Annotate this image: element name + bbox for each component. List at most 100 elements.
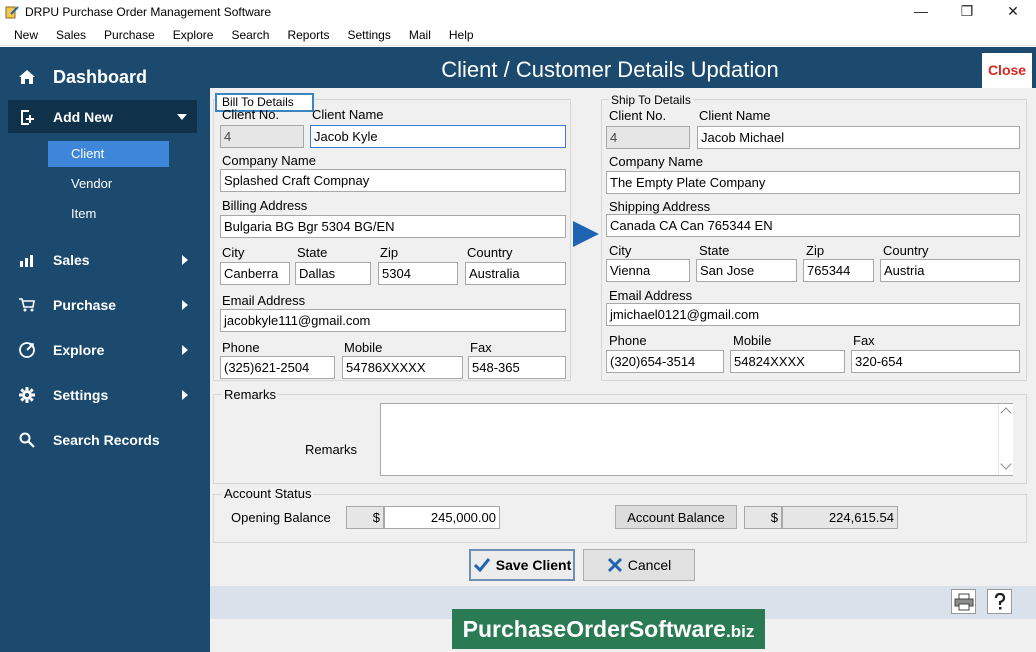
menu-settings[interactable]: Settings: [339, 28, 400, 42]
chevron-right-icon: [182, 345, 188, 355]
bill-country-field[interactable]: Australia: [465, 262, 566, 285]
bill-state-field[interactable]: Dallas: [295, 262, 371, 285]
bill-phone-field[interactable]: (325)621-2504: [220, 356, 335, 379]
ship-address-field[interactable]: Canada CA Can 765344 EN: [606, 214, 1020, 237]
ship-phone-label: Phone: [609, 333, 647, 348]
form-panel: Client / Customer Details Updation Close…: [210, 51, 1036, 652]
sidebar-subitem-vendor[interactable]: Vendor: [48, 171, 169, 197]
account-balance-button[interactable]: Account Balance: [615, 505, 737, 529]
watermark-suffix: .biz: [725, 622, 755, 641]
sidebar-subitem-item[interactable]: Item: [48, 201, 169, 227]
sidebar-item-dashboard[interactable]: Dashboard: [0, 55, 206, 99]
menu-mail[interactable]: Mail: [400, 28, 440, 42]
scroll-down-icon[interactable]: [1000, 458, 1012, 470]
sidebar-item-label: Purchase: [53, 297, 117, 313]
ship-phone-field[interactable]: (320)654-3514: [606, 350, 724, 373]
copy-arrow-icon[interactable]: [573, 221, 599, 247]
sidebar: Dashboard Add New Client Vendor Item Sal…: [0, 47, 206, 652]
sidebar-item-label: Sales: [53, 252, 90, 268]
bill-client-no-label: Client No.: [222, 107, 280, 122]
menu-explore[interactable]: Explore: [164, 28, 223, 42]
watermark-text: PurchaseOrderSoftware: [462, 616, 726, 642]
opening-balance-field[interactable]: 245,000.00: [384, 506, 500, 529]
bill-company-field[interactable]: Splashed Craft Compnay: [220, 169, 566, 192]
bill-state-label: State: [297, 245, 328, 260]
sidebar-subitem-client[interactable]: Client: [48, 141, 169, 167]
close-form-button[interactable]: Close: [982, 53, 1032, 88]
ship-mobile-field[interactable]: 54824XXXX: [730, 350, 845, 373]
ship-address-label: Shipping Address: [609, 199, 711, 214]
menu-search[interactable]: Search: [222, 28, 278, 42]
opening-balance-label: Opening Balance: [231, 510, 331, 525]
menu-help[interactable]: Help: [440, 28, 483, 42]
ship-country-field[interactable]: Austria: [880, 259, 1020, 282]
ship-client-no-label: Client No.: [609, 108, 667, 123]
menu-purchase[interactable]: Purchase: [95, 28, 164, 42]
checkmark-icon: [473, 557, 491, 573]
cancel-button[interactable]: Cancel: [583, 549, 695, 581]
remarks-group-title: Remarks: [222, 387, 279, 402]
title-bar: DRPU Purchase Order Management Software …: [0, 0, 1036, 24]
page-title: Client / Customer Details Updation: [441, 57, 779, 82]
menu-bar: New Sales Purchase Explore Search Report…: [0, 24, 1036, 46]
bill-mobile-field[interactable]: 54786XXXXX: [342, 356, 463, 379]
bill-email-field[interactable]: jacobkyle111@gmail.com: [220, 309, 566, 332]
restore-button[interactable]: ❐: [944, 0, 990, 24]
save-client-label: Save Client: [495, 557, 572, 573]
minimize-button[interactable]: —: [898, 0, 944, 24]
sidebar-item-label: Settings: [53, 387, 109, 403]
menu-sales[interactable]: Sales: [47, 28, 95, 42]
sidebar-item-explore[interactable]: Explore: [0, 335, 206, 365]
menu-reports[interactable]: Reports: [278, 28, 338, 42]
ship-city-field[interactable]: Vienna: [606, 259, 690, 282]
ship-state-field[interactable]: San Jose: [696, 259, 797, 282]
bill-client-no-field[interactable]: 4: [220, 125, 304, 148]
bill-zip-field[interactable]: 5304: [378, 262, 458, 285]
bill-address-label: Billing Address: [222, 198, 308, 213]
help-button[interactable]: [987, 589, 1012, 614]
sidebar-item-label: Search Records: [53, 432, 160, 448]
window-close-button[interactable]: ✕: [990, 0, 1036, 24]
sidebar-item-purchase[interactable]: Purchase: [0, 290, 206, 320]
watermark-banner: PurchaseOrderSoftware.biz: [452, 609, 765, 649]
ship-country-label: Country: [883, 243, 929, 258]
menu-new[interactable]: New: [0, 28, 47, 42]
remarks-scrollbar[interactable]: [998, 404, 1013, 475]
window-title: DRPU Purchase Order Management Software: [25, 5, 272, 19]
bill-phone-label: Phone: [222, 340, 260, 355]
bill-email-label: Email Address: [222, 293, 306, 308]
sidebar-item-search-records[interactable]: Search Records: [0, 425, 206, 455]
ship-fax-field[interactable]: 320-654: [851, 350, 1020, 373]
bill-client-name-label: Client Name: [312, 107, 384, 122]
save-client-button[interactable]: Save Client: [469, 549, 575, 581]
sidebar-item-settings[interactable]: Settings: [0, 380, 206, 410]
sidebar-item-label: Explore: [53, 342, 105, 358]
remarks-textarea[interactable]: [380, 403, 1013, 476]
sidebar-item-sales[interactable]: Sales: [0, 245, 206, 275]
ship-email-field[interactable]: jmichael0121@gmail.com: [606, 303, 1020, 326]
ship-client-name-field[interactable]: Jacob Michael: [697, 126, 1020, 149]
ship-company-label: Company Name: [609, 154, 703, 169]
home-icon: [17, 69, 37, 85]
bill-fax-field[interactable]: 548-365: [468, 356, 566, 379]
ship-client-name-label: Client Name: [699, 108, 771, 123]
bill-fax-label: Fax: [470, 340, 492, 355]
caret-down-icon: [177, 114, 187, 120]
bill-company-label: Company Name: [222, 153, 316, 168]
opening-currency: $: [346, 506, 384, 529]
ship-mobile-label: Mobile: [733, 333, 772, 348]
ship-client-no-field[interactable]: 4: [606, 126, 690, 149]
scroll-up-icon[interactable]: [1000, 407, 1012, 419]
print-button[interactable]: [951, 589, 976, 614]
ship-company-field[interactable]: The Empty Plate Company: [606, 171, 1020, 194]
ship-fax-label: Fax: [853, 333, 875, 348]
add-document-icon: [17, 108, 37, 126]
bill-address-field[interactable]: Bulgaria BG Bgr 5304 BG/EN: [220, 215, 566, 238]
bill-city-field[interactable]: Canberra: [220, 262, 290, 285]
bill-mobile-label: Mobile: [344, 340, 383, 355]
sidebar-item-add-new[interactable]: Add New: [8, 100, 197, 133]
ship-zip-field[interactable]: 765344: [803, 259, 874, 282]
balance-currency: $: [744, 506, 782, 529]
bill-client-name-field[interactable]: Jacob Kyle: [310, 125, 566, 148]
remarks-label: Remarks: [305, 442, 358, 457]
